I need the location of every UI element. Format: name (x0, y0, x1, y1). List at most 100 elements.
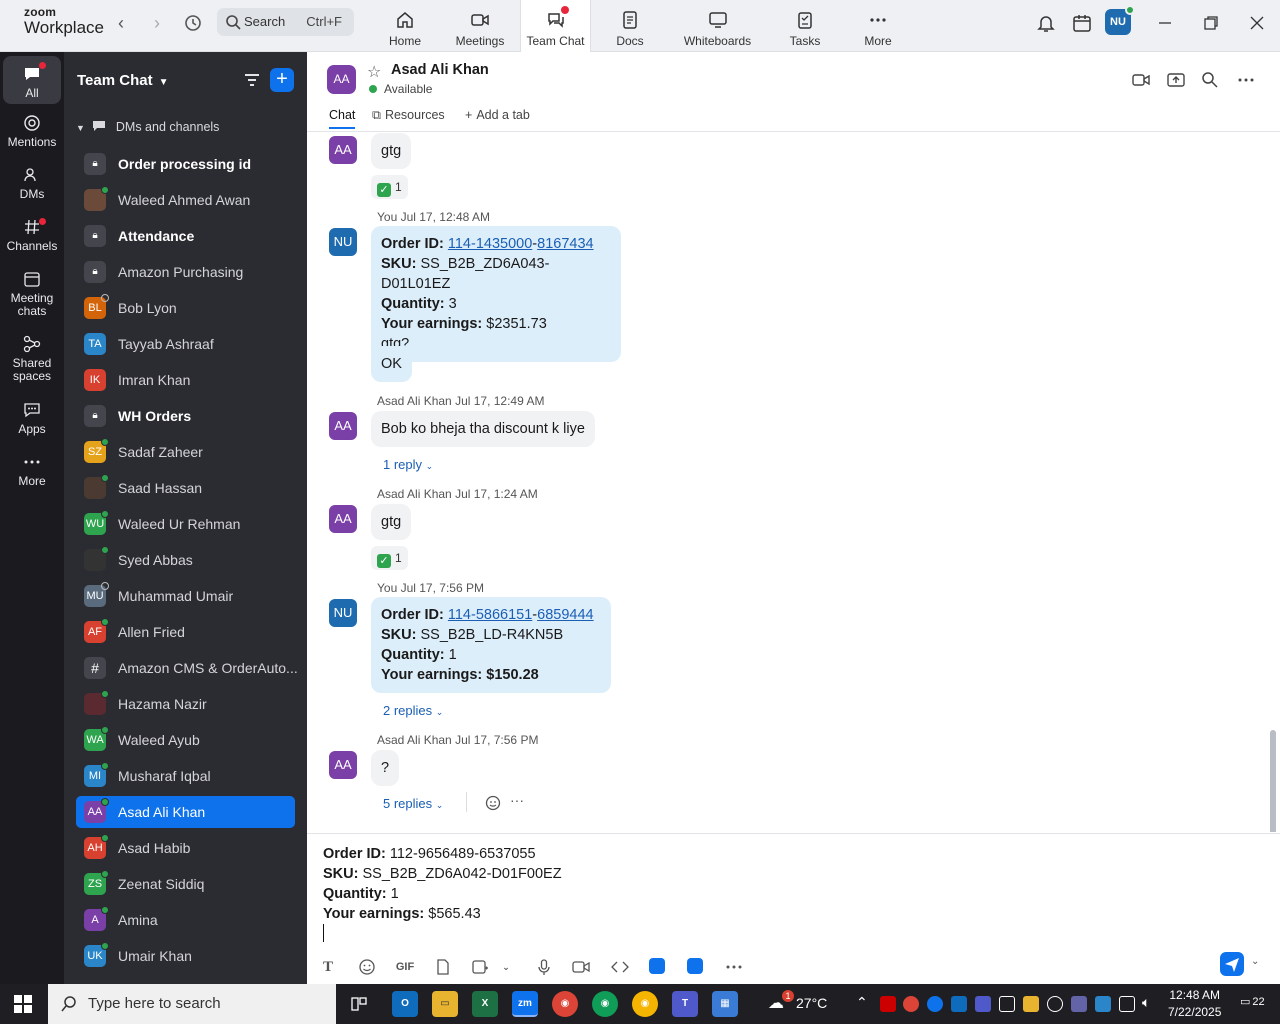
app-tray-2-icon[interactable] (1095, 996, 1111, 1012)
sidebar-item-wh-orders[interactable]: 🔒︎ WH Orders (76, 400, 295, 432)
add-reaction-icon[interactable] (484, 794, 502, 812)
video-call-icon[interactable] (1131, 70, 1151, 90)
message-list[interactable]: AA gtg ✓ 1 You Jul 17, 12:48 AM NU Order … (307, 132, 1280, 832)
star-icon[interactable]: ☆ (367, 62, 381, 82)
bell-icon[interactable] (1035, 12, 1057, 34)
search-input[interactable]: Search Ctrl+F (217, 8, 354, 36)
search-icon[interactable] (1200, 70, 1220, 90)
chrome-profile-3-icon[interactable]: ◉ (632, 991, 658, 1017)
message-composer[interactable]: Order ID: 112-9656489-6537055 SKU: SS_B2… (307, 833, 1280, 984)
thread-replies-link[interactable]: 5 replies ⌄ (383, 796, 443, 811)
order-link[interactable]: 8167434 (537, 236, 593, 252)
app-integration-icon[interactable] (649, 958, 665, 974)
excel-app-icon[interactable]: X (472, 991, 498, 1017)
show-hidden-icons-icon[interactable]: ⌃ (856, 994, 868, 1011)
microphone-icon[interactable] (535, 958, 553, 976)
more-tools-icon[interactable] (725, 958, 743, 976)
sidebar-item-waleed-ur-rehman[interactable]: WU Waleed Ur Rehman (76, 508, 295, 540)
restore-icon[interactable] (1199, 11, 1223, 35)
filter-icon[interactable] (243, 71, 261, 89)
minimize-icon[interactable] (1153, 11, 1177, 35)
message-bubble[interactable]: Order ID: 114-5866151-6859444 SKU: SS_B2… (371, 597, 611, 693)
file-explorer-icon[interactable]: ▭ (432, 991, 458, 1017)
new-chat-button[interactable]: + (270, 68, 294, 92)
message-bubble[interactable]: Order ID: 114-1435000-8167434 SKU: SS_B2… (371, 226, 621, 362)
sidebar-item-bob-lyon[interactable]: BL Bob Lyon (76, 292, 295, 324)
sidebar-item-hazama-nazir[interactable]: Hazama Nazir (76, 688, 295, 720)
rail-channels[interactable]: Channels (3, 218, 61, 253)
scrollbar-thumb[interactable] (1270, 730, 1276, 832)
sidebar-item-allen-fried[interactable]: AF Allen Fried (76, 616, 295, 648)
sidebar-item-musharaf-iqbal[interactable]: MI Musharaf Iqbal (76, 760, 295, 792)
rail-all[interactable]: All (3, 56, 61, 104)
sidebar-item-amazon-cms-orderauto[interactable]: # Amazon CMS & OrderAuto... (76, 652, 298, 684)
video-message-icon[interactable] (572, 958, 590, 976)
vpn-tray-icon[interactable] (1071, 996, 1087, 1012)
sender-avatar[interactable]: AA (329, 505, 357, 533)
teams-tray-icon[interactable] (975, 996, 991, 1012)
sender-avatar[interactable]: NU (329, 228, 357, 256)
sidebar-item-attendance[interactable]: 🔒︎ Attendance (76, 220, 295, 252)
order-link[interactable]: 114-1435000 (448, 236, 532, 252)
sidebar-item-imran-khan[interactable]: IK Imran Khan (76, 364, 295, 396)
sidebar-item-waleed-ahmed-awan[interactable]: Waleed Ahmed Awan (76, 184, 295, 216)
more-options-icon[interactable] (1236, 70, 1256, 90)
nav-home[interactable]: Home (380, 0, 430, 52)
message-bubble[interactable]: gtg (371, 504, 412, 540)
sidebar-item-waleed-ayub[interactable]: WA Waleed Ayub (76, 724, 295, 756)
app-integration-2-icon[interactable] (687, 958, 703, 974)
sender-avatar[interactable]: NU (329, 599, 357, 627)
nav-meetings[interactable]: Meetings (450, 0, 510, 52)
weather-temperature[interactable]: 27°C (796, 995, 827, 1011)
display-tray-icon[interactable] (999, 996, 1015, 1012)
sidebar-item-muhammad-umair[interactable]: MU Muhammad Umair (76, 580, 295, 612)
rail-dms[interactable]: DMs (3, 166, 61, 201)
thread-replies-link[interactable]: 1 reply ⌄ (383, 457, 433, 472)
message-more-icon[interactable]: ··· (510, 792, 524, 808)
calendar-icon[interactable] (1071, 12, 1093, 34)
reaction-chip[interactable]: ✓ 1 (371, 546, 408, 570)
sidebar-item-asad-habib[interactable]: AH Asad Habib (76, 832, 295, 864)
thread-replies-link[interactable]: 2 replies ⌄ (383, 703, 443, 718)
network-tray-icon[interactable] (1047, 996, 1063, 1012)
calculator-app-icon[interactable]: ▦ (712, 991, 738, 1017)
nav-more[interactable]: More (853, 0, 903, 52)
sidebar-item-saad-hassan[interactable]: Saad Hassan (76, 472, 295, 504)
windows-start-icon[interactable] (14, 995, 32, 1013)
screenshot-icon[interactable] (471, 958, 489, 976)
order-link[interactable]: 114-5866151 (448, 607, 532, 623)
share-screen-icon[interactable] (1166, 70, 1186, 90)
outlook-app-icon[interactable]: O (392, 991, 418, 1017)
contact-avatar[interactable]: AA (327, 65, 356, 94)
code-snippet-icon[interactable] (611, 958, 629, 976)
zoom-app-icon[interactable]: zm (512, 991, 538, 1017)
tab-resources[interactable]: ⧉ Resources (372, 108, 445, 123)
sidebar-title[interactable]: Team Chat ▼ (77, 72, 168, 89)
chevron-down-icon[interactable]: ⌄ (497, 958, 515, 976)
message-bubble[interactable]: Bob ko bheja tha discount k liye (371, 411, 595, 447)
user-avatar[interactable]: NU (1105, 5, 1135, 35)
forward-arrow-icon[interactable]: › (145, 12, 169, 36)
message-bubble[interactable]: gtg (371, 133, 412, 169)
sidebar-item-asad-ali-khan[interactable]: AA Asad Ali Khan (76, 796, 295, 828)
chrome-profile-2-icon[interactable]: ◉ (592, 991, 618, 1017)
app-tray-icon[interactable] (1023, 996, 1039, 1012)
nav-team-chat[interactable]: Team Chat (520, 0, 591, 53)
format-text-icon[interactable]: T (319, 958, 337, 976)
attach-file-icon[interactable] (434, 958, 452, 976)
nav-whiteboards[interactable]: Whiteboards (680, 0, 755, 52)
history-icon[interactable] (182, 12, 206, 36)
sidebar-item-sadaf-zaheer[interactable]: SZ Sadaf Zaheer (76, 436, 295, 468)
rail-meeting-chats[interactable]: Meeting chats (3, 270, 61, 318)
nav-tasks[interactable]: Tasks (780, 0, 830, 52)
wifi-tray-icon[interactable] (1119, 996, 1135, 1012)
chrome-tray-icon[interactable] (903, 996, 919, 1012)
nav-docs[interactable]: Docs (605, 0, 655, 52)
emoji-icon[interactable] (358, 958, 376, 976)
rail-more[interactable]: More (3, 453, 61, 488)
order-link[interactable]: 6859444 (537, 607, 593, 623)
system-clock[interactable]: 12:48 AM 7/22/2025 (1168, 987, 1221, 1021)
back-arrow-icon[interactable]: ‹ (109, 12, 133, 36)
sidebar-item-tayyab-ashraaf[interactable]: TA Tayyab Ashraaf (76, 328, 295, 360)
notifications-icon[interactable]: ▭ 22 (1240, 995, 1270, 1015)
